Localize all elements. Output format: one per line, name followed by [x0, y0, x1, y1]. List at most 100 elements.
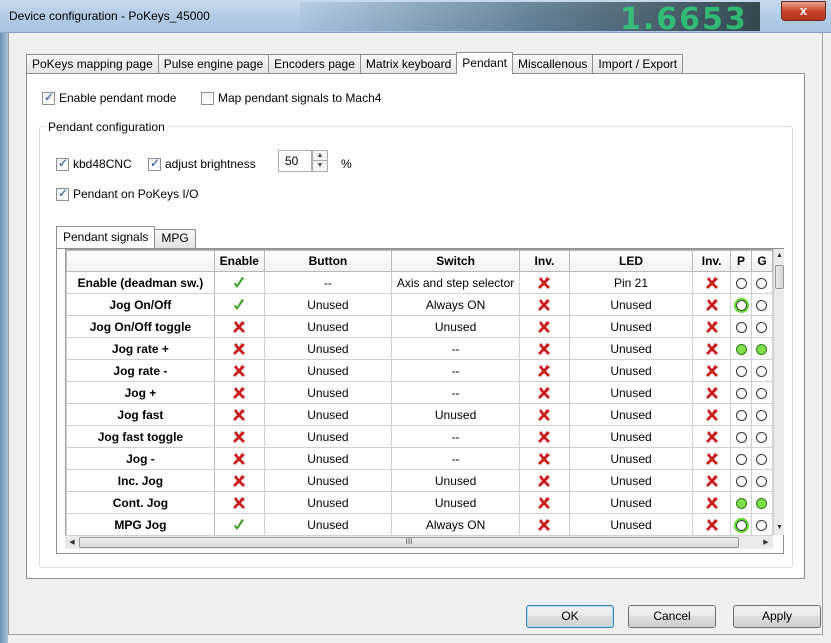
p-cell[interactable] [730, 425, 752, 448]
button-cell[interactable]: Unused [263, 447, 393, 470]
g-cell[interactable] [750, 359, 773, 382]
radio-button[interactable] [756, 519, 768, 531]
button-cell[interactable]: Unused [263, 425, 393, 448]
radio-button[interactable] [735, 387, 747, 399]
cross-icon[interactable] [537, 386, 551, 400]
cross-icon[interactable] [537, 518, 551, 532]
check-icon[interactable] [232, 518, 246, 532]
led-cell[interactable]: Pin 21 [568, 271, 694, 294]
g-cell[interactable] [750, 293, 773, 316]
adjust-brightness-checkbox[interactable]: adjust brightness [148, 156, 256, 171]
switch-cell[interactable]: Unused [391, 315, 521, 338]
kbd48cnc-checkbox[interactable]: kbd48CNC [56, 156, 132, 171]
radio-button[interactable] [756, 321, 768, 333]
switch-cell[interactable]: -- [391, 425, 521, 448]
tab-pokeys-mapping-page[interactable]: PoKeys mapping page [26, 54, 159, 74]
cross-icon[interactable] [705, 342, 719, 356]
radio-button[interactable] [733, 297, 749, 313]
switch-cell[interactable]: Unused [391, 469, 521, 492]
column-header[interactable]: LED [568, 250, 694, 272]
tab-encoders-page[interactable]: Encoders page [268, 54, 361, 74]
radio-button[interactable] [756, 453, 768, 465]
invert-led-cell[interactable] [692, 491, 732, 514]
radio-button[interactable] [756, 365, 768, 377]
cross-icon[interactable] [232, 430, 246, 444]
invert-switch-cell[interactable] [519, 447, 570, 470]
tab-pendant-signals[interactable]: Pendant signals [56, 226, 156, 248]
cross-icon[interactable] [705, 452, 719, 466]
invert-led-cell[interactable] [692, 293, 732, 316]
scroll-right-icon[interactable]: ▶ [759, 536, 773, 550]
cross-icon[interactable] [232, 364, 246, 378]
invert-switch-cell[interactable] [519, 491, 570, 514]
vertical-scroll-thumb[interactable] [775, 265, 784, 289]
cross-icon[interactable] [537, 408, 551, 422]
column-header[interactable]: Button [263, 250, 393, 272]
invert-led-cell[interactable] [692, 381, 732, 404]
radio-button[interactable] [756, 409, 768, 421]
invert-switch-cell[interactable] [519, 425, 570, 448]
g-cell[interactable] [750, 513, 773, 535]
led-cell[interactable]: Unused [568, 469, 694, 492]
cross-icon[interactable] [705, 320, 719, 334]
enable-cell[interactable] [213, 425, 265, 448]
g-cell[interactable] [750, 315, 773, 338]
cross-icon[interactable] [537, 320, 551, 334]
radio-button[interactable] [735, 475, 747, 487]
enable-cell[interactable] [213, 315, 265, 338]
cross-icon[interactable] [705, 496, 719, 510]
invert-led-cell[interactable] [692, 403, 732, 426]
cross-icon[interactable] [705, 386, 719, 400]
button-cell[interactable]: Unused [263, 469, 393, 492]
tab-import-export[interactable]: Import / Export [592, 54, 684, 74]
scroll-up-icon[interactable]: ▲ [774, 249, 785, 263]
button-cell[interactable]: Unused [263, 337, 393, 360]
apply-button[interactable]: Apply [733, 605, 821, 628]
radio-button[interactable] [756, 343, 768, 355]
led-cell[interactable]: Unused [568, 315, 694, 338]
enable-cell[interactable] [213, 513, 265, 535]
close-button[interactable]: x [781, 1, 826, 21]
cross-icon[interactable] [232, 408, 246, 422]
p-cell[interactable] [730, 359, 752, 382]
checkbox-box[interactable] [42, 90, 55, 105]
g-cell[interactable] [750, 425, 773, 448]
p-cell[interactable] [730, 447, 752, 470]
invert-switch-cell[interactable] [519, 381, 570, 404]
invert-switch-cell[interactable] [519, 315, 570, 338]
radio-button[interactable] [735, 277, 747, 289]
cross-icon[interactable] [232, 452, 246, 466]
g-cell[interactable] [750, 491, 773, 514]
cross-icon[interactable] [705, 408, 719, 422]
radio-button[interactable] [733, 517, 749, 533]
enable-cell[interactable] [213, 403, 265, 426]
scroll-left-icon[interactable]: ◀ [65, 536, 79, 550]
horizontal-scrollbar[interactable]: ◀ III ▶ [65, 535, 773, 549]
button-cell[interactable]: Unused [263, 359, 393, 382]
cross-icon[interactable] [232, 386, 246, 400]
brightness-input[interactable]: 50 [278, 150, 312, 172]
led-cell[interactable]: Unused [568, 447, 694, 470]
horizontal-scroll-thumb[interactable]: III [79, 537, 739, 548]
button-cell[interactable]: Unused [263, 293, 393, 316]
button-cell[interactable]: Unused [263, 315, 393, 338]
button-cell[interactable]: Unused [263, 513, 393, 535]
cross-icon[interactable] [705, 518, 719, 532]
invert-led-cell[interactable] [692, 315, 732, 338]
button-cell[interactable]: Unused [263, 381, 393, 404]
switch-cell[interactable]: Always ON [391, 513, 521, 535]
tab-pendant[interactable]: Pendant [456, 52, 513, 74]
title-bar[interactable]: 1.6653 Device configuration - PoKeys_450… [0, 0, 831, 37]
g-cell[interactable] [750, 271, 773, 294]
pendant-on-io-checkbox[interactable]: Pendant on PoKeys I/O [56, 186, 198, 201]
led-cell[interactable]: Unused [568, 359, 694, 382]
switch-cell[interactable]: Unused [391, 491, 521, 514]
cross-icon[interactable] [537, 298, 551, 312]
invert-switch-cell[interactable] [519, 513, 570, 535]
p-cell[interactable] [730, 469, 752, 492]
check-icon[interactable] [232, 276, 246, 290]
p-cell[interactable] [730, 315, 752, 338]
invert-led-cell[interactable] [692, 337, 732, 360]
cross-icon[interactable] [705, 474, 719, 488]
checkbox-box[interactable] [56, 156, 69, 171]
